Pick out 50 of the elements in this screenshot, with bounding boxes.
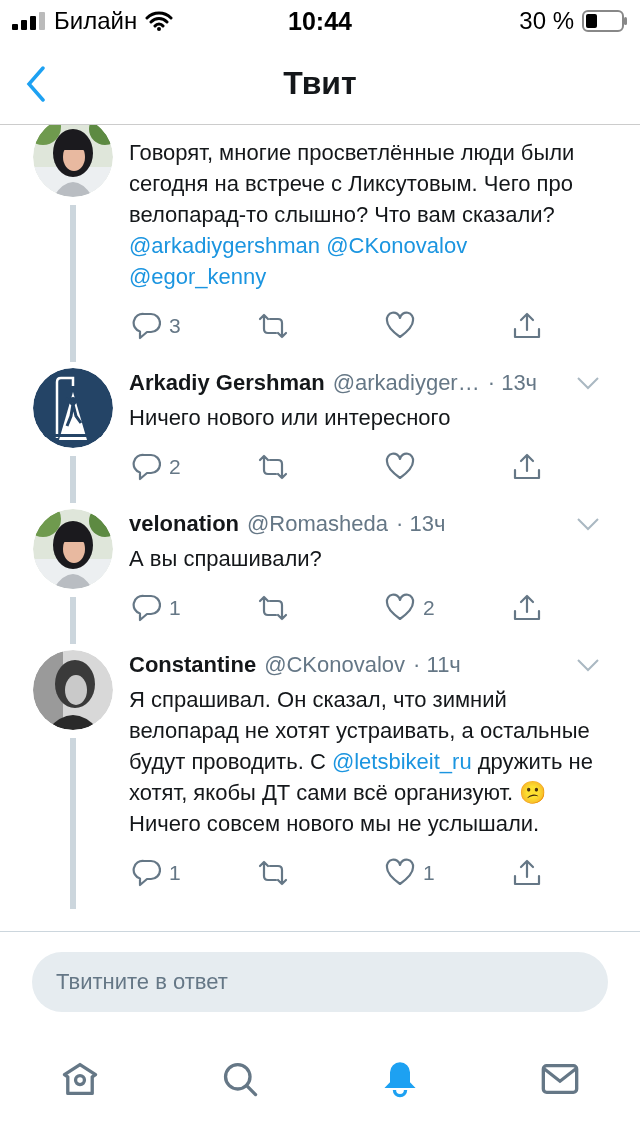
retweet-icon bbox=[258, 311, 288, 341]
mention-link[interactable]: @arkadiygershman bbox=[129, 233, 321, 258]
share-icon bbox=[512, 593, 542, 623]
wifi-icon bbox=[145, 11, 174, 31]
speech-bubble-icon bbox=[131, 593, 161, 623]
like-button[interactable]: 1 bbox=[383, 858, 510, 888]
share-icon bbox=[512, 858, 542, 888]
reply-field[interactable]: Твитните в ответ bbox=[32, 952, 608, 1012]
reply-button[interactable]: 1 bbox=[129, 593, 256, 623]
share-icon bbox=[512, 311, 542, 341]
user-handle: @Romasheda bbox=[247, 511, 388, 537]
speech-bubble-icon bbox=[131, 311, 161, 341]
speech-bubble-icon bbox=[131, 452, 161, 482]
battery-percent: 30 % bbox=[519, 7, 574, 35]
tweet-text: Говорят, многие просветлённые люди были сегодня на встрече с Ликсутовым. Чего про велопарад-то слышно? Что вам сказали? @arkadiygershman @CKonovalov @egor_kenny bbox=[129, 139, 576, 291]
signal-icon bbox=[12, 12, 46, 30]
tweet-time: · 11ч bbox=[413, 652, 461, 678]
battery-icon bbox=[582, 10, 628, 32]
heart-icon bbox=[385, 858, 415, 888]
like-button[interactable]: 2 bbox=[383, 593, 510, 623]
retweet-icon bbox=[258, 452, 288, 482]
heart-icon bbox=[385, 593, 415, 623]
reply-button[interactable]: 3 bbox=[129, 311, 256, 341]
speech-bubble-icon bbox=[131, 858, 161, 888]
back-button[interactable] bbox=[26, 66, 46, 102]
heart-icon bbox=[385, 311, 415, 341]
mention-link[interactable]: @letsbikeit_ru bbox=[331, 749, 472, 774]
tweet-time: · 13ч bbox=[396, 511, 446, 537]
retweet-icon bbox=[258, 858, 288, 888]
user-handle: @arkadiyger… bbox=[332, 370, 480, 396]
reply-button[interactable]: 2 bbox=[129, 452, 256, 482]
logo-avatar-icon[interactable] bbox=[33, 368, 113, 448]
clock: 10:44 bbox=[288, 6, 352, 36]
tweet-time: · 13ч bbox=[487, 370, 538, 396]
user-name[interactable]: Constantine bbox=[129, 652, 257, 678]
share-icon bbox=[512, 452, 542, 482]
reply-button[interactable]: 1 bbox=[129, 858, 256, 888]
tweet-text: Ничего нового или интересного bbox=[129, 404, 452, 432]
retweet-icon bbox=[258, 593, 288, 623]
carrier-name: Билайн bbox=[54, 7, 138, 35]
user-name[interactable]: velonation bbox=[129, 511, 239, 537]
back-icon bbox=[26, 66, 46, 102]
tweet-text: Я спрашивал. Он сказал, что зимний велопарад не хотят устраивать, а остальные будут проводить. С @letsbikeit_ru дружить не хотят, якобы ДТ сами всё организуют. 😕 Ничего совсем нового мы не услышали. bbox=[129, 686, 594, 838]
mention-link[interactable]: @egor_kenny bbox=[129, 264, 267, 289]
mention-link[interactable]: @CKonovalov bbox=[326, 233, 468, 258]
tweet-text: А вы спрашивали? bbox=[129, 545, 323, 573]
user-handle: @CKonovalov bbox=[264, 652, 406, 678]
heart-icon bbox=[385, 452, 415, 482]
user-name[interactable]: Arkadiy Gershman bbox=[129, 370, 325, 396]
page-title: Твит bbox=[283, 64, 357, 102]
